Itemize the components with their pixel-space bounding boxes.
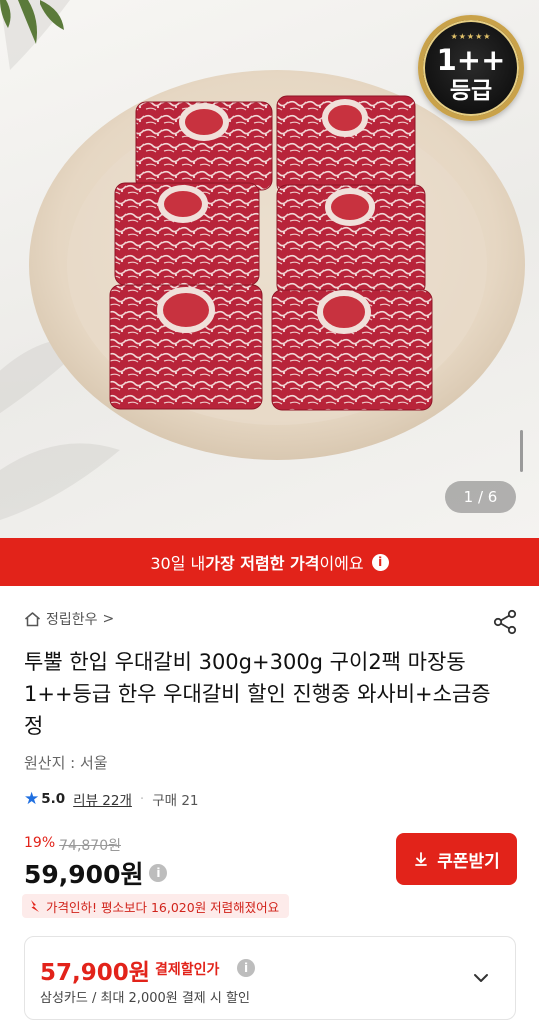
product-image-carousel[interactable]: ★★★★★ 1++ 등급 1 / 6 (0, 0, 539, 538)
sale-price: 59,900원 (24, 860, 144, 889)
discount-row: 19% 74,870원 (24, 835, 121, 855)
review-link[interactable]: 리뷰 22개 (73, 789, 132, 809)
store-arrow-icon: > (102, 611, 115, 627)
home-store-icon (25, 612, 40, 627)
lowest-price-banner[interactable]: 30일 내 가장 저렴한 가격 이에요 i (0, 538, 539, 586)
product-origin: 원산지 : 서울 (24, 754, 108, 772)
grade-badge: ★★★★★ 1++ 등급 (418, 15, 524, 121)
coupon-download-button[interactable]: 쿠폰받기 (396, 833, 517, 885)
card-discount-label: 결제할인가 (155, 962, 220, 978)
price-drop-note: 가격인하! 평소보다 16,020원 저렴해졌어요 (22, 894, 290, 918)
sale-price-row: 59,900원 i (24, 855, 168, 891)
star-icon: ★ (24, 789, 40, 809)
share-icon[interactable] (491, 608, 519, 636)
price-drop-text: 가격인하! 평소보다 16,020원 저렴해졌어요 (46, 899, 280, 915)
store-link[interactable]: 정립한우 > (24, 609, 114, 629)
info-icon[interactable]: i (371, 553, 389, 571)
badge-grade-label: 등급 (449, 78, 493, 104)
info-icon[interactable]: i (237, 959, 255, 977)
chevron-down-icon[interactable] (470, 967, 492, 989)
rating-score: 5.0 (41, 791, 66, 807)
banner-text-before: 30일 내 (150, 554, 206, 573)
purchase-count: 구매 21 (152, 793, 199, 809)
separator: · (139, 791, 145, 807)
card-discount-description: 삼성카드 / 최대 2,000원 결제 시 할인 (40, 991, 250, 1006)
badge-stars-icon: ★★★★★ (450, 32, 492, 41)
price-drop-arrow-icon (31, 900, 39, 912)
scroll-indicator (520, 430, 523, 472)
store-name: 정립한우 (46, 612, 98, 628)
discount-percent: 19% (24, 835, 56, 851)
card-discount-price: 57,900원 (40, 960, 150, 986)
image-page-counter: 1 / 6 (445, 481, 516, 513)
coupon-button-label: 쿠폰받기 (437, 851, 500, 871)
product-title: 투뿔 한입 우대갈비 300g+300g 구이2팩 마장동 1++등급 한우 우… (24, 650, 491, 738)
original-price: 74,870원 (59, 838, 121, 854)
info-icon[interactable]: i (149, 864, 168, 882)
badge-grade-text: 1++ (436, 43, 506, 77)
banner-text-after: 이에요 (319, 554, 364, 573)
banner-text-bold: 가장 저렴한 가격 (205, 554, 320, 573)
rating-row: ★ 5.0 리뷰 22개 · 구매 21 (24, 789, 199, 809)
card-discount-box[interactable]: 57,900원 결제할인가 i 삼성카드 / 최대 2,000원 결제 시 할인 (24, 936, 516, 1020)
download-icon (415, 852, 428, 866)
